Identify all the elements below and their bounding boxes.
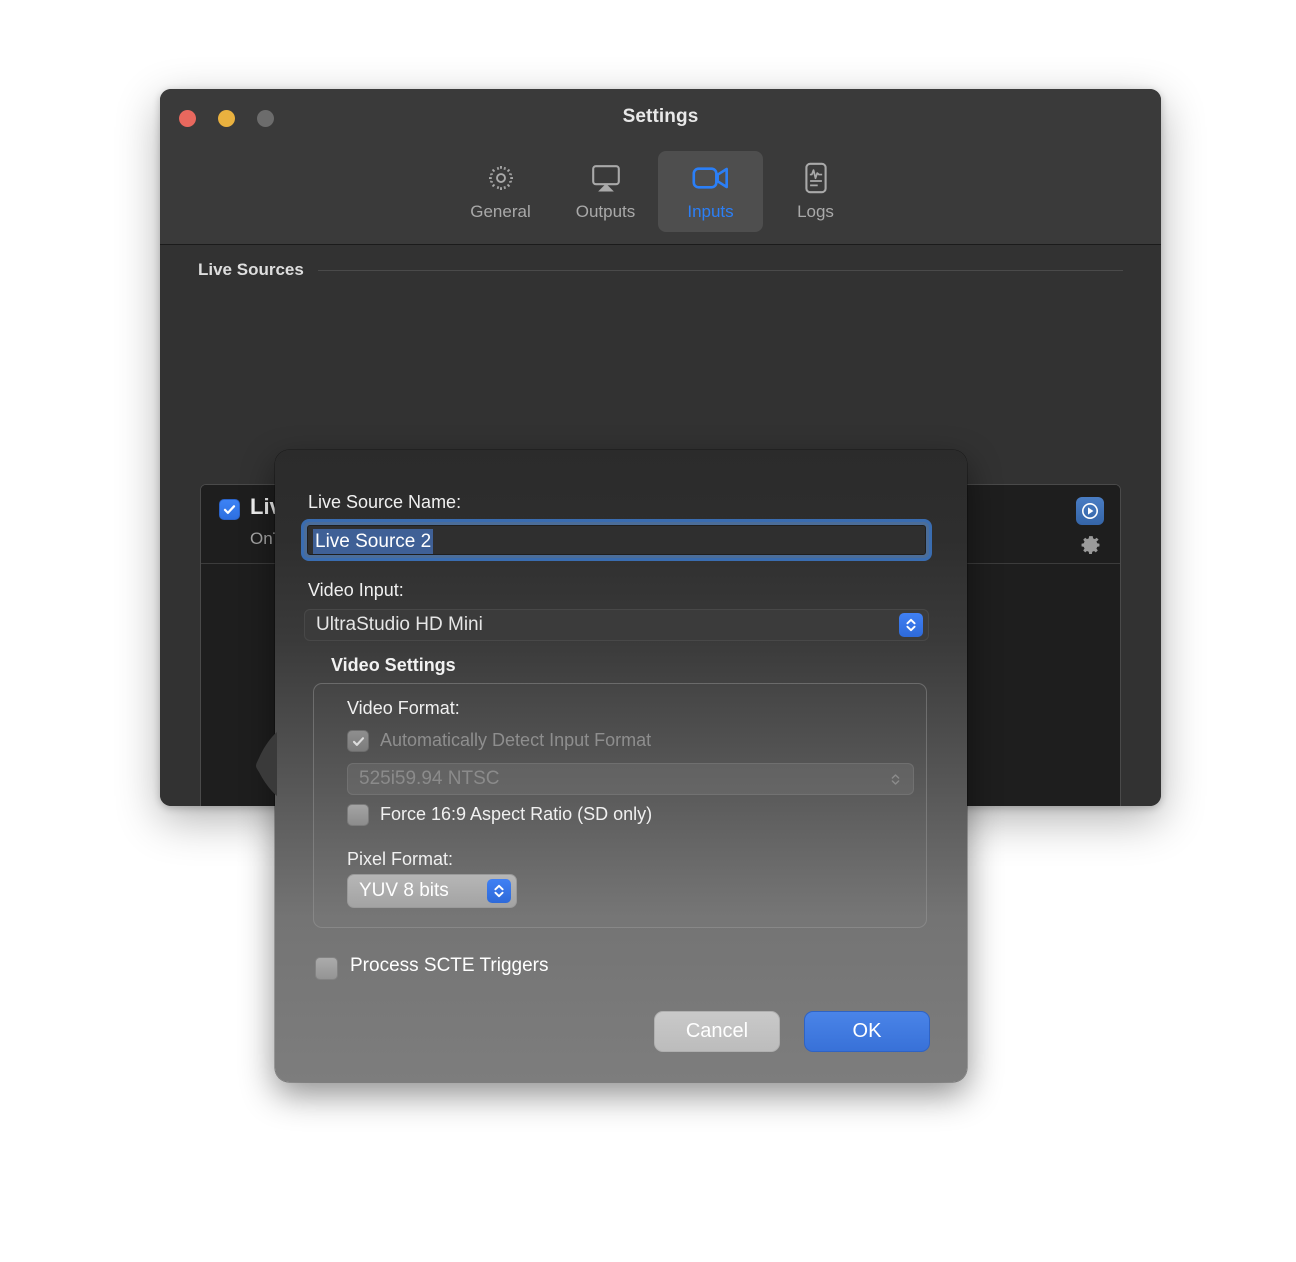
live-sources-title: Live Sources <box>198 260 304 279</box>
pixel-format-value: YUV 8 bits <box>359 880 449 901</box>
video-settings-title: Video Settings <box>331 655 456 675</box>
chevron-updown-icon <box>899 613 923 637</box>
video-settings-group: Video Format: Automatically Detect Input… <box>313 683 927 928</box>
window-titlebar: Settings <box>160 89 1161 149</box>
popover-body: Live Source Name: Live Source 2 Video In… <box>275 450 967 1082</box>
process-scte-triggers-checkbox[interactable] <box>315 957 338 980</box>
chevron-updown-icon <box>487 879 511 903</box>
gear-icon <box>486 159 516 197</box>
tab-inputs[interactable]: Inputs <box>658 151 763 232</box>
tab-general[interactable]: General <box>448 151 553 232</box>
cancel-button[interactable]: Cancel <box>654 1011 780 1052</box>
ok-button[interactable]: OK <box>804 1011 930 1052</box>
video-format-label: Video Format: <box>347 698 460 718</box>
force-aspect-ratio-label: Force 16:9 Aspect Ratio (SD only) <box>380 804 653 824</box>
log-document-icon <box>803 159 829 197</box>
video-format-select: 525i59.94 NTSC <box>347 763 914 795</box>
name-field-label: Live Source Name: <box>308 492 462 512</box>
video-camera-icon <box>691 159 730 197</box>
tab-inputs-label: Inputs <box>687 202 734 221</box>
tab-outputs[interactable]: Outputs <box>553 151 658 232</box>
video-input-select[interactable]: UltraStudio HD Mini <box>304 609 929 641</box>
chevron-updown-icon <box>885 772 905 787</box>
header-divider <box>317 269 1123 271</box>
airplay-icon <box>590 159 622 197</box>
window-title: Settings <box>622 106 699 127</box>
force-aspect-ratio-checkbox[interactable] <box>347 804 369 826</box>
tab-outputs-label: Outputs <box>575 202 636 221</box>
video-input-label: Video Input: <box>308 580 404 600</box>
play-circle-icon[interactable] <box>1076 497 1104 525</box>
settings-toolbar: General Outputs Inputs Logs <box>160 149 1161 245</box>
popover-tail <box>255 732 277 796</box>
live-sources-group-header: Live Sources <box>198 260 1123 280</box>
source-enabled-checkbox[interactable] <box>219 499 240 520</box>
gear-icon[interactable] <box>1076 532 1104 560</box>
live-source-edit-popover: Live Source Name: Live Source 2 Video In… <box>256 450 967 1082</box>
toolbar-tab-list: General Outputs Inputs Logs <box>448 151 868 232</box>
video-format-value: 525i59.94 NTSC <box>359 768 500 789</box>
pixel-format-select[interactable]: YUV 8 bits <box>347 874 517 908</box>
live-source-name-value: Live Source 2 <box>313 529 434 554</box>
pixel-format-label: Pixel Format: <box>347 849 454 869</box>
process-scte-triggers-label: Process SCTE Triggers <box>350 955 549 976</box>
tab-logs[interactable]: Logs <box>763 151 868 232</box>
live-source-name-field-wrapper: Live Source 2 <box>304 522 929 558</box>
tab-logs-label: Logs <box>797 202 834 221</box>
auto-detect-input-format-label: Automatically Detect Input Format <box>380 730 652 750</box>
tab-general-label: General <box>470 202 531 221</box>
live-source-name-input[interactable]: Live Source 2 <box>307 525 926 555</box>
video-input-value: UltraStudio HD Mini <box>316 614 483 635</box>
auto-detect-input-format-checkbox <box>347 730 369 752</box>
